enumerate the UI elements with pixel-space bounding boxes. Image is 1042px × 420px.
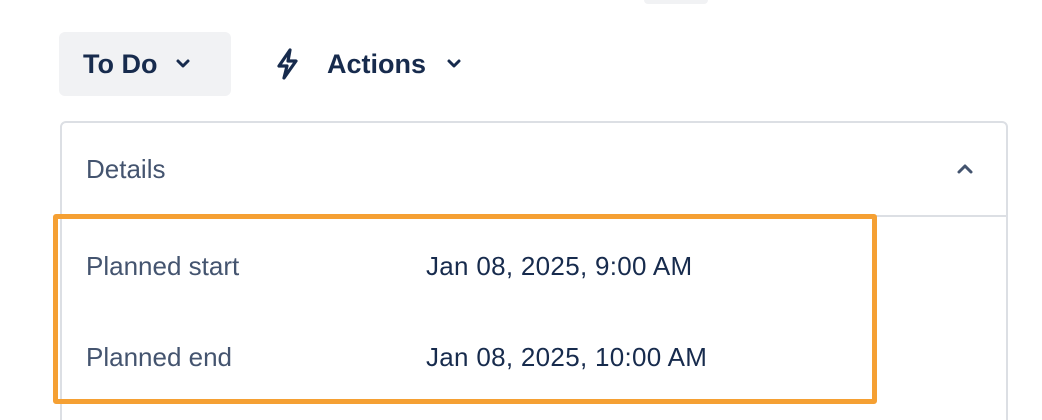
planned-end-value[interactable]: Jan 08, 2025, 10:00 AM (426, 342, 707, 373)
chevron-down-icon (175, 58, 191, 70)
lightning-icon (273, 47, 303, 81)
details-header[interactable]: Details (62, 123, 1006, 217)
planned-end-row: Planned end Jan 08, 2025, 10:00 AM (86, 342, 707, 373)
top-tab-fragment (644, 0, 708, 4)
planned-start-label: Planned start (86, 251, 240, 281)
status-dropdown-button[interactable]: To Do (59, 32, 231, 96)
planned-start-row: Planned start Jan 08, 2025, 9:00 AM (86, 251, 693, 282)
status-label: To Do (83, 48, 158, 79)
actions-dropdown-button[interactable]: Actions (273, 32, 462, 96)
actions-label: Actions (327, 48, 427, 79)
details-title: Details (86, 153, 166, 184)
chevron-up-icon[interactable] (956, 163, 974, 175)
planned-start-value[interactable]: Jan 08, 2025, 9:00 AM (426, 251, 693, 282)
details-panel: Details Planned start Jan 08, 2025, 9:00… (60, 121, 1008, 420)
planned-end-label: Planned end (86, 342, 233, 372)
work-item-view: To Do Actions Details Planned start Jan … (0, 0, 1042, 420)
toolbar: To Do Actions (59, 32, 462, 96)
chevron-down-icon (446, 58, 462, 70)
